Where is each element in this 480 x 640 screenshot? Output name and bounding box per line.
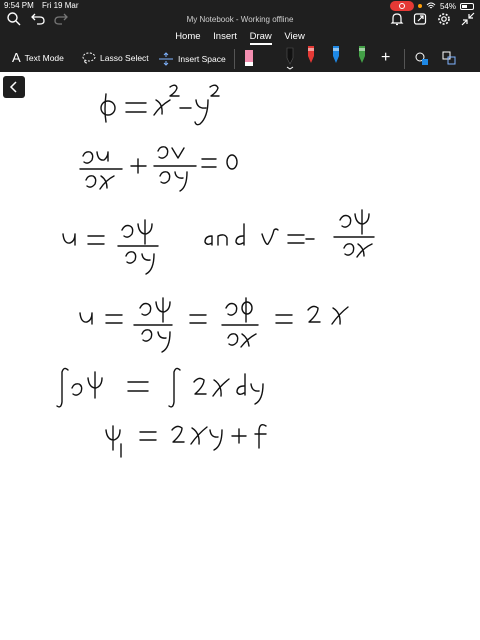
text-mode-icon: A bbox=[12, 50, 21, 65]
collapse-fullscreen-icon[interactable] bbox=[460, 11, 476, 27]
draw-toolbar: A Text Mode Lasso Select Insert Space + bbox=[0, 46, 480, 72]
battery-icon bbox=[460, 2, 474, 10]
ink-to-shape-icon[interactable] bbox=[441, 50, 457, 66]
status-date: Fri 19 Mar bbox=[42, 1, 79, 10]
share-icon[interactable] bbox=[412, 11, 428, 27]
ink-line-phi bbox=[100, 84, 220, 126]
shapes-icon[interactable] bbox=[414, 51, 430, 67]
notifications-bell-icon[interactable] bbox=[389, 11, 405, 27]
toolbar-divider-2 bbox=[404, 49, 405, 69]
battery-percent: 54% bbox=[439, 1, 456, 11]
window-title: My Notebook - Working offline bbox=[186, 15, 294, 24]
text-mode-label: Text Mode bbox=[24, 53, 64, 63]
ink-line-velocity bbox=[79, 297, 349, 353]
ribbon-tabs: Home Insert Draw View bbox=[0, 31, 480, 45]
microphone-indicator-icon bbox=[417, 4, 422, 8]
ink-line-continuity bbox=[79, 146, 238, 192]
green-pen-tool[interactable] bbox=[356, 46, 368, 70]
toolbar-divider bbox=[234, 49, 235, 69]
ink-line-stream-definition bbox=[62, 209, 375, 275]
status-time: 9:54 PM bbox=[4, 1, 34, 10]
tab-draw[interactable]: Draw bbox=[249, 31, 272, 45]
lasso-select-label: Lasso Select bbox=[100, 53, 149, 63]
insert-space-button[interactable]: Insert Space bbox=[158, 52, 226, 66]
tab-home[interactable]: Home bbox=[175, 31, 200, 42]
wifi-icon bbox=[426, 2, 436, 9]
add-pen-icon[interactable]: + bbox=[381, 49, 390, 67]
insert-space-icon bbox=[159, 52, 173, 66]
top-bar: 9:54 PM Fri 19 Mar 54% My Notebook - Wor… bbox=[0, 0, 480, 72]
pink-highlighter-tool[interactable] bbox=[243, 46, 255, 70]
ink-line-integral bbox=[56, 367, 264, 408]
lasso-icon bbox=[82, 52, 96, 64]
status-bar-right: 54% bbox=[389, 1, 474, 11]
battery-level bbox=[462, 4, 467, 8]
text-mode-button[interactable]: A Text Mode bbox=[12, 50, 64, 65]
blue-pen-tool[interactable] bbox=[330, 46, 342, 70]
tab-view[interactable]: View bbox=[284, 31, 304, 42]
handwritten-notes bbox=[56, 84, 375, 458]
screen-recording-icon[interactable] bbox=[389, 1, 414, 11]
tab-insert[interactable]: Insert bbox=[213, 31, 237, 42]
notebook-page[interactable] bbox=[0, 72, 480, 640]
status-bar-left: 9:54 PM Fri 19 Mar bbox=[4, 1, 84, 10]
black-pen-tool[interactable] bbox=[284, 46, 296, 70]
ink-line-result bbox=[105, 423, 267, 458]
settings-gear-icon[interactable] bbox=[436, 11, 452, 27]
lasso-select-button[interactable]: Lasso Select bbox=[82, 52, 149, 64]
insert-space-label: Insert Space bbox=[178, 54, 226, 64]
red-pen-tool[interactable] bbox=[305, 46, 317, 70]
